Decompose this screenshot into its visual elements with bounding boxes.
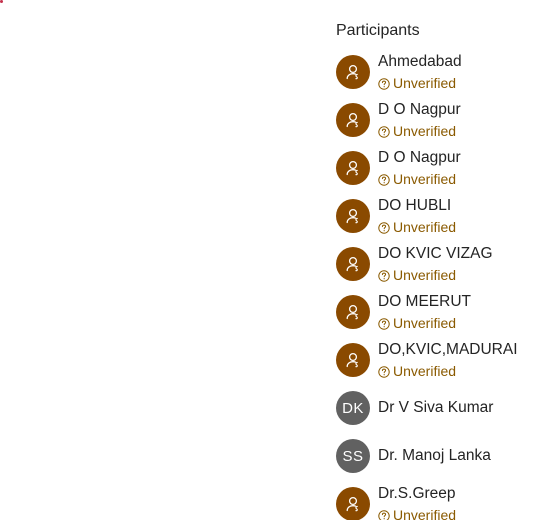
person-icon xyxy=(344,111,362,129)
participant-name: D O Nagpur xyxy=(378,101,461,118)
participant-row[interactable]: SS Dr. Manoj Lanka xyxy=(336,432,553,480)
status-badge: Unverified xyxy=(378,218,456,236)
question-circle-icon xyxy=(378,269,390,282)
status-text: Unverified xyxy=(393,75,457,91)
status-badge: Unverified xyxy=(378,170,456,188)
person-icon xyxy=(344,63,362,81)
participant-row[interactable]: Ahmedabad Unverified xyxy=(336,48,553,96)
status-text: Unverified xyxy=(393,363,457,379)
status-text: Unverified xyxy=(393,123,457,139)
avatar: SS xyxy=(336,439,370,473)
person-icon xyxy=(344,303,362,321)
status-badge: Unverified xyxy=(378,362,456,380)
avatar xyxy=(336,55,370,89)
question-circle-icon xyxy=(378,221,390,234)
participant-row[interactable]: Dr.S.Greep Unverified xyxy=(336,480,553,520)
person-icon xyxy=(344,207,362,225)
person-icon xyxy=(344,255,362,273)
status-badge: Unverified xyxy=(378,74,456,92)
status-text: Unverified xyxy=(393,315,457,331)
status-badge: Unverified xyxy=(378,506,456,520)
participant-name: DO KVIC VIZAG xyxy=(378,245,493,262)
participant-row[interactable]: DO MEERUT Unverified xyxy=(336,288,553,336)
status-text: Unverified xyxy=(393,171,457,187)
participant-name: Dr V Siva Kumar xyxy=(378,399,494,416)
participant-row[interactable]: D O Nagpur Unverified xyxy=(336,96,553,144)
status-badge: Unverified xyxy=(378,122,456,140)
participant-row[interactable]: DO HUBLI Unverified xyxy=(336,192,553,240)
person-icon xyxy=(344,351,362,369)
avatar: DK xyxy=(336,391,370,425)
person-icon xyxy=(344,159,362,177)
participant-row[interactable]: DO KVIC VIZAG Unverified xyxy=(336,240,553,288)
participant-name: Dr.S.Greep xyxy=(378,485,456,502)
participant-row[interactable]: DO,KVIC,MADURAI Unverified xyxy=(336,336,553,384)
status-text: Unverified xyxy=(393,267,457,283)
avatar xyxy=(336,199,370,233)
participant-name: DO HUBLI xyxy=(378,197,452,214)
avatar xyxy=(336,295,370,329)
question-circle-icon xyxy=(378,509,390,520)
corner-indicator-dot xyxy=(0,0,3,3)
avatar xyxy=(336,487,370,520)
participant-row[interactable]: D O Nagpur Unverified xyxy=(336,144,553,192)
question-circle-icon xyxy=(378,317,390,330)
avatar xyxy=(336,247,370,281)
participant-name: D O Nagpur xyxy=(378,149,461,166)
question-circle-icon xyxy=(378,77,390,90)
status-badge: Unverified xyxy=(378,266,456,284)
participants-list: Ahmedabad Unverified D O Nagpur Unverifi… xyxy=(336,48,553,520)
avatar xyxy=(336,151,370,185)
participant-name: DO,KVIC,MADURAI xyxy=(378,341,518,358)
question-circle-icon xyxy=(378,365,390,378)
participant-row[interactable]: DK Dr V Siva Kumar xyxy=(336,384,553,432)
question-circle-icon xyxy=(378,125,390,138)
question-circle-icon xyxy=(378,173,390,186)
status-text: Unverified xyxy=(393,507,457,520)
status-badge: Unverified xyxy=(378,314,456,332)
avatar xyxy=(336,343,370,377)
avatar xyxy=(336,103,370,137)
participant-name: Dr. Manoj Lanka xyxy=(378,447,491,464)
participants-panel: Participants Ahmedabad Unverified D O Na… xyxy=(336,0,553,520)
person-icon xyxy=(344,495,362,513)
panel-title: Participants xyxy=(336,22,420,39)
participant-name: Ahmedabad xyxy=(378,53,462,70)
status-text: Unverified xyxy=(393,219,457,235)
participant-name: DO MEERUT xyxy=(378,293,471,310)
